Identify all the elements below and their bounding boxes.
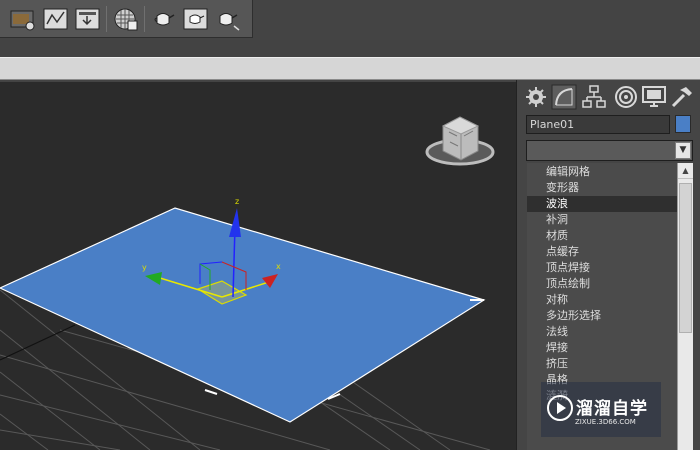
modify-icon [551, 84, 577, 110]
command-panel-tabs [519, 82, 700, 112]
watermark-logo-icon [547, 395, 573, 421]
perspective-viewport[interactable]: y x z [0, 82, 516, 450]
gizmo-y-label: y [142, 263, 147, 272]
modifier-list-item[interactable]: 波浪 [527, 196, 677, 212]
display-tab[interactable] [641, 84, 667, 110]
modifier-list-dropdown[interactable]: ▼ [526, 140, 693, 161]
create-tab[interactable] [523, 84, 549, 110]
scroll-up-icon[interactable]: ▲ [678, 163, 693, 179]
main-toolbar-area [0, 0, 700, 40]
utilities-tab[interactable] [669, 84, 695, 110]
gizmo-x-label: x [276, 262, 281, 271]
plane-object [0, 207, 486, 423]
modifier-list-item[interactable]: 顶点焊接 [527, 260, 677, 276]
home-grid-axis [0, 324, 76, 361]
modify-tab[interactable] [551, 84, 577, 110]
viewcube-icon [425, 116, 495, 166]
material-editor-button[interactable] [113, 7, 139, 31]
modifier-list-item[interactable]: 法线 [527, 324, 677, 340]
motion-icon [615, 86, 637, 108]
object-color-swatch[interactable] [675, 115, 691, 133]
render-frame-button[interactable] [183, 7, 209, 31]
scene-explorer-button[interactable] [10, 7, 36, 31]
toolbar-divider [106, 6, 107, 32]
modifier-list-item[interactable]: 挤压 [527, 356, 677, 372]
material-editor-icon [114, 8, 138, 31]
modifier-list-item[interactable]: 焊接 [527, 340, 677, 356]
toolbar-divider [144, 6, 145, 32]
teapot-frame-icon [183, 8, 208, 30]
watermark-url: ZIXUE.3D66.COM [575, 418, 636, 426]
hierarchy-tab[interactable] [581, 84, 607, 110]
modifier-list-item[interactable]: 对称 [527, 292, 677, 308]
object-name-field[interactable]: Plane01 [526, 115, 670, 134]
scene-explorer-icon [10, 10, 35, 31]
watermark-title: 溜溜自学 [576, 399, 648, 419]
teapot-icon [154, 13, 175, 26]
hierarchy-icon [582, 85, 606, 108]
watermark: 溜溜自学 ZIXUE.3D66.COM [541, 382, 661, 437]
viewport-canvas: y x z [0, 116, 495, 450]
modifier-list-scrollbar[interactable]: ▲ [677, 163, 693, 450]
utilities-icon [671, 87, 692, 108]
modifier-list-item[interactable]: 补洞 [527, 212, 677, 228]
viewport-title-bar [0, 57, 700, 80]
modifier-list-item[interactable]: 材质 [527, 228, 677, 244]
render-setup-icon [75, 8, 100, 30]
modifier-list-item[interactable]: 点缓存 [527, 244, 677, 260]
chevron-down-icon[interactable]: ▼ [675, 142, 691, 159]
modifier-list-item[interactable]: 多边形选择 [527, 308, 677, 324]
teapot-production-icon [219, 13, 240, 31]
motion-tab[interactable] [613, 84, 639, 110]
main-toolbar [0, 0, 253, 38]
toolbar-gap [0, 40, 700, 57]
modifier-list-item[interactable]: 顶点绘制 [527, 276, 677, 292]
scrollbar-thumb[interactable] [679, 183, 692, 333]
modifier-list-item[interactable]: 编辑网格 [527, 164, 677, 180]
create-icon [526, 87, 546, 107]
modifier-list-item[interactable]: 变形器 [527, 180, 677, 196]
curve-editor-button[interactable] [43, 7, 69, 31]
curve-editor-icon [43, 8, 68, 30]
gizmo-z-label: z [235, 197, 239, 206]
display-icon [642, 86, 666, 107]
render-teapot-button[interactable] [151, 7, 177, 31]
render-production-button[interactable] [215, 7, 241, 31]
render-setup-button[interactable] [75, 7, 101, 31]
